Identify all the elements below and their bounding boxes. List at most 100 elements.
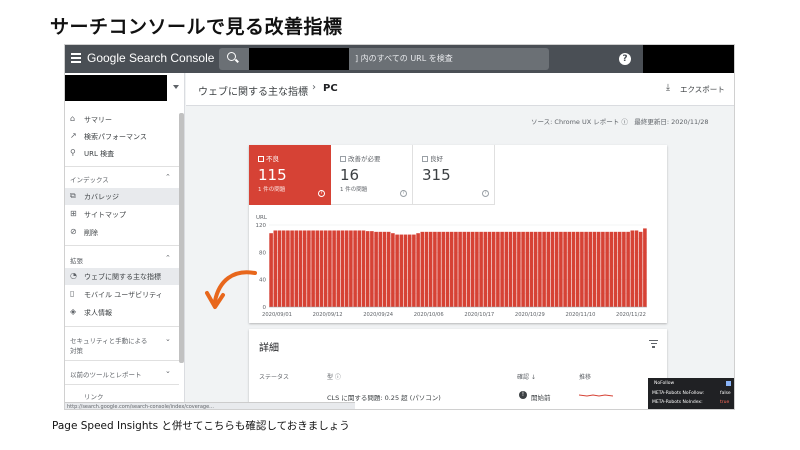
chart-bar [374,231,378,307]
sidebar-item-performance[interactable]: ↗ 検索パフォーマンス [65,128,179,145]
checkbox-icon [340,156,346,162]
x-tick-label: 2020/09/24 [363,312,394,318]
sidebar-item-url-inspection[interactable]: ⚲ URL 検査 [65,145,179,162]
checkbox-icon[interactable] [726,381,731,386]
sidebar-item-core-web-vitals[interactable]: ◔ ウェブに関する主な指標 [65,268,179,285]
checkbox-icon [422,156,428,162]
url-inspect-search[interactable]: ] 内のすべての URL を検査 [219,48,549,70]
chart-bar [273,230,278,307]
sidebar-item-mobile-usability[interactable]: ▯ モバイル ユーザビリティ [65,286,179,303]
slide-caption: Page Speed Insights と併せてこちらも確認しておきましょう [52,420,350,432]
tile-subtext: 1 件の問題 [340,187,368,193]
breadcrumb[interactable]: ウェブに関する主な指標 [198,83,308,98]
chart-bar [315,230,320,307]
chart-bar [458,231,462,307]
menu-icon[interactable] [71,53,81,63]
column-header-validation[interactable]: 確認 ↓ [517,372,536,381]
tile-value: 315 [422,166,451,184]
chevron-down-icon[interactable]: ⌄ [165,367,171,375]
chevron-up-icon[interactable]: ⌃ [165,173,171,181]
redacted-property-selector[interactable] [65,75,167,101]
chart-bar [496,231,500,307]
column-header-status[interactable]: ステータス [259,372,289,381]
chart-bar [491,231,496,307]
section-legacy-tools[interactable]: 以前のツールとレポート [70,369,142,379]
chart-bar [302,230,307,307]
chart-bar [575,231,580,307]
filter-icon[interactable] [649,340,658,350]
visibility-off-icon: ⊘ [70,227,77,236]
redacted-domain [249,48,349,70]
search-icon [227,52,236,61]
chart-bar [336,230,341,307]
help-icon[interactable]: ? [482,190,489,197]
chart-bar [281,230,286,307]
nofollow-title: NoFollow [654,381,675,386]
search-icon: ⚲ [70,148,76,157]
chart-bar [554,231,559,307]
url-trend-chart[interactable]: URL 0 40 80 120 2020/09/01 2020/09/12 2020/09/2… [249,209,667,321]
chart-bar [613,231,618,307]
chart-bar [340,230,345,307]
nofollow-extension-popup: NoFollow META-Robots NoFollow: false MET… [648,378,734,409]
chart-bar [332,230,336,307]
smartphone-icon: ▯ [70,289,75,298]
chart-bar [550,231,555,307]
breadcrumb-separator: › [312,82,316,93]
column-header-trend[interactable]: 推移 [579,372,591,381]
help-icon[interactable]: ? [619,53,631,65]
tile-good[interactable]: 良好 315 ? [413,145,495,205]
chart-bar [626,231,630,307]
help-icon[interactable]: ? [400,190,407,197]
issue-type[interactable]: CLS に関する問題: 0.25 超 (パソコン) [327,392,441,402]
section-security-line2: 対策 [70,347,83,355]
chart-bar [546,231,551,307]
chart-bar [475,231,479,307]
trend-sparkline [579,394,613,397]
chart-bar [567,231,572,307]
chevron-up-icon[interactable]: ⌃ [165,254,171,262]
chart-bar [412,234,416,307]
chevron-down-icon[interactable]: ⌄ [165,335,171,343]
chart-bar [319,230,324,307]
product-logo[interactable]: Google Search Console [87,51,214,65]
page-header: ウェブに関する主な指標 › PC ⤓ エクスポート [186,73,734,106]
sidebar-item-removals[interactable]: ⊘ 削除 [65,224,179,241]
help-icon[interactable]: ? [318,190,325,197]
y-tick-label: 40 [259,278,266,284]
chart-bar [294,230,299,307]
divider [65,245,179,246]
checkbox-icon [258,156,264,162]
chart-bar [395,234,399,307]
sidebar-item-job-postings[interactable]: ◈ 求人情報 [65,304,179,321]
chart-bar [286,230,290,307]
sidebar-item-coverage[interactable]: ⧉ カバレッジ [65,188,179,205]
annotation-arrow-icon [205,270,257,309]
chart-bar [483,231,488,307]
section-security[interactable]: セキュリティと手動による [70,335,147,345]
chart-bar [361,230,366,307]
chart-bar [433,231,437,307]
browser-url-status: http://search.google.com/search-console/… [65,402,355,409]
tile-poor[interactable]: 不良 115 1 件の問題 ? [249,145,331,205]
sidebar-scrollbar[interactable] [179,113,184,363]
chart-bar [580,231,584,307]
details-section: 詳細 ステータス 型 ⓘ 確認 ↓ 推移 CLS に関する問題: 0.25 超 … [249,329,667,409]
chart-bar [462,231,467,307]
sidebar-item-sitemaps[interactable]: ⊞ サイトマップ [65,206,179,223]
chart-bar [290,230,294,307]
chevron-down-icon[interactable] [173,85,179,89]
chart-bar [584,231,588,307]
chart-bar [504,231,509,307]
tile-needs-improvement[interactable]: 改善が必要 16 1 件の問題 ? [331,145,413,205]
export-button[interactable]: ⤓ エクスポート [660,80,728,98]
chart-bar [638,231,643,307]
column-header-type[interactable]: 型 ⓘ [327,372,341,381]
y-tick-label: 120 [256,223,267,229]
chart-bar [479,231,483,307]
chart-bar [500,231,504,307]
sidebar-item-summary[interactable]: ⌂ サマリー [65,111,179,128]
sidebar-item-links[interactable]: リンク [84,391,104,401]
x-tick-label: 2020/09/01 [262,312,292,318]
chart-bar [445,231,450,307]
